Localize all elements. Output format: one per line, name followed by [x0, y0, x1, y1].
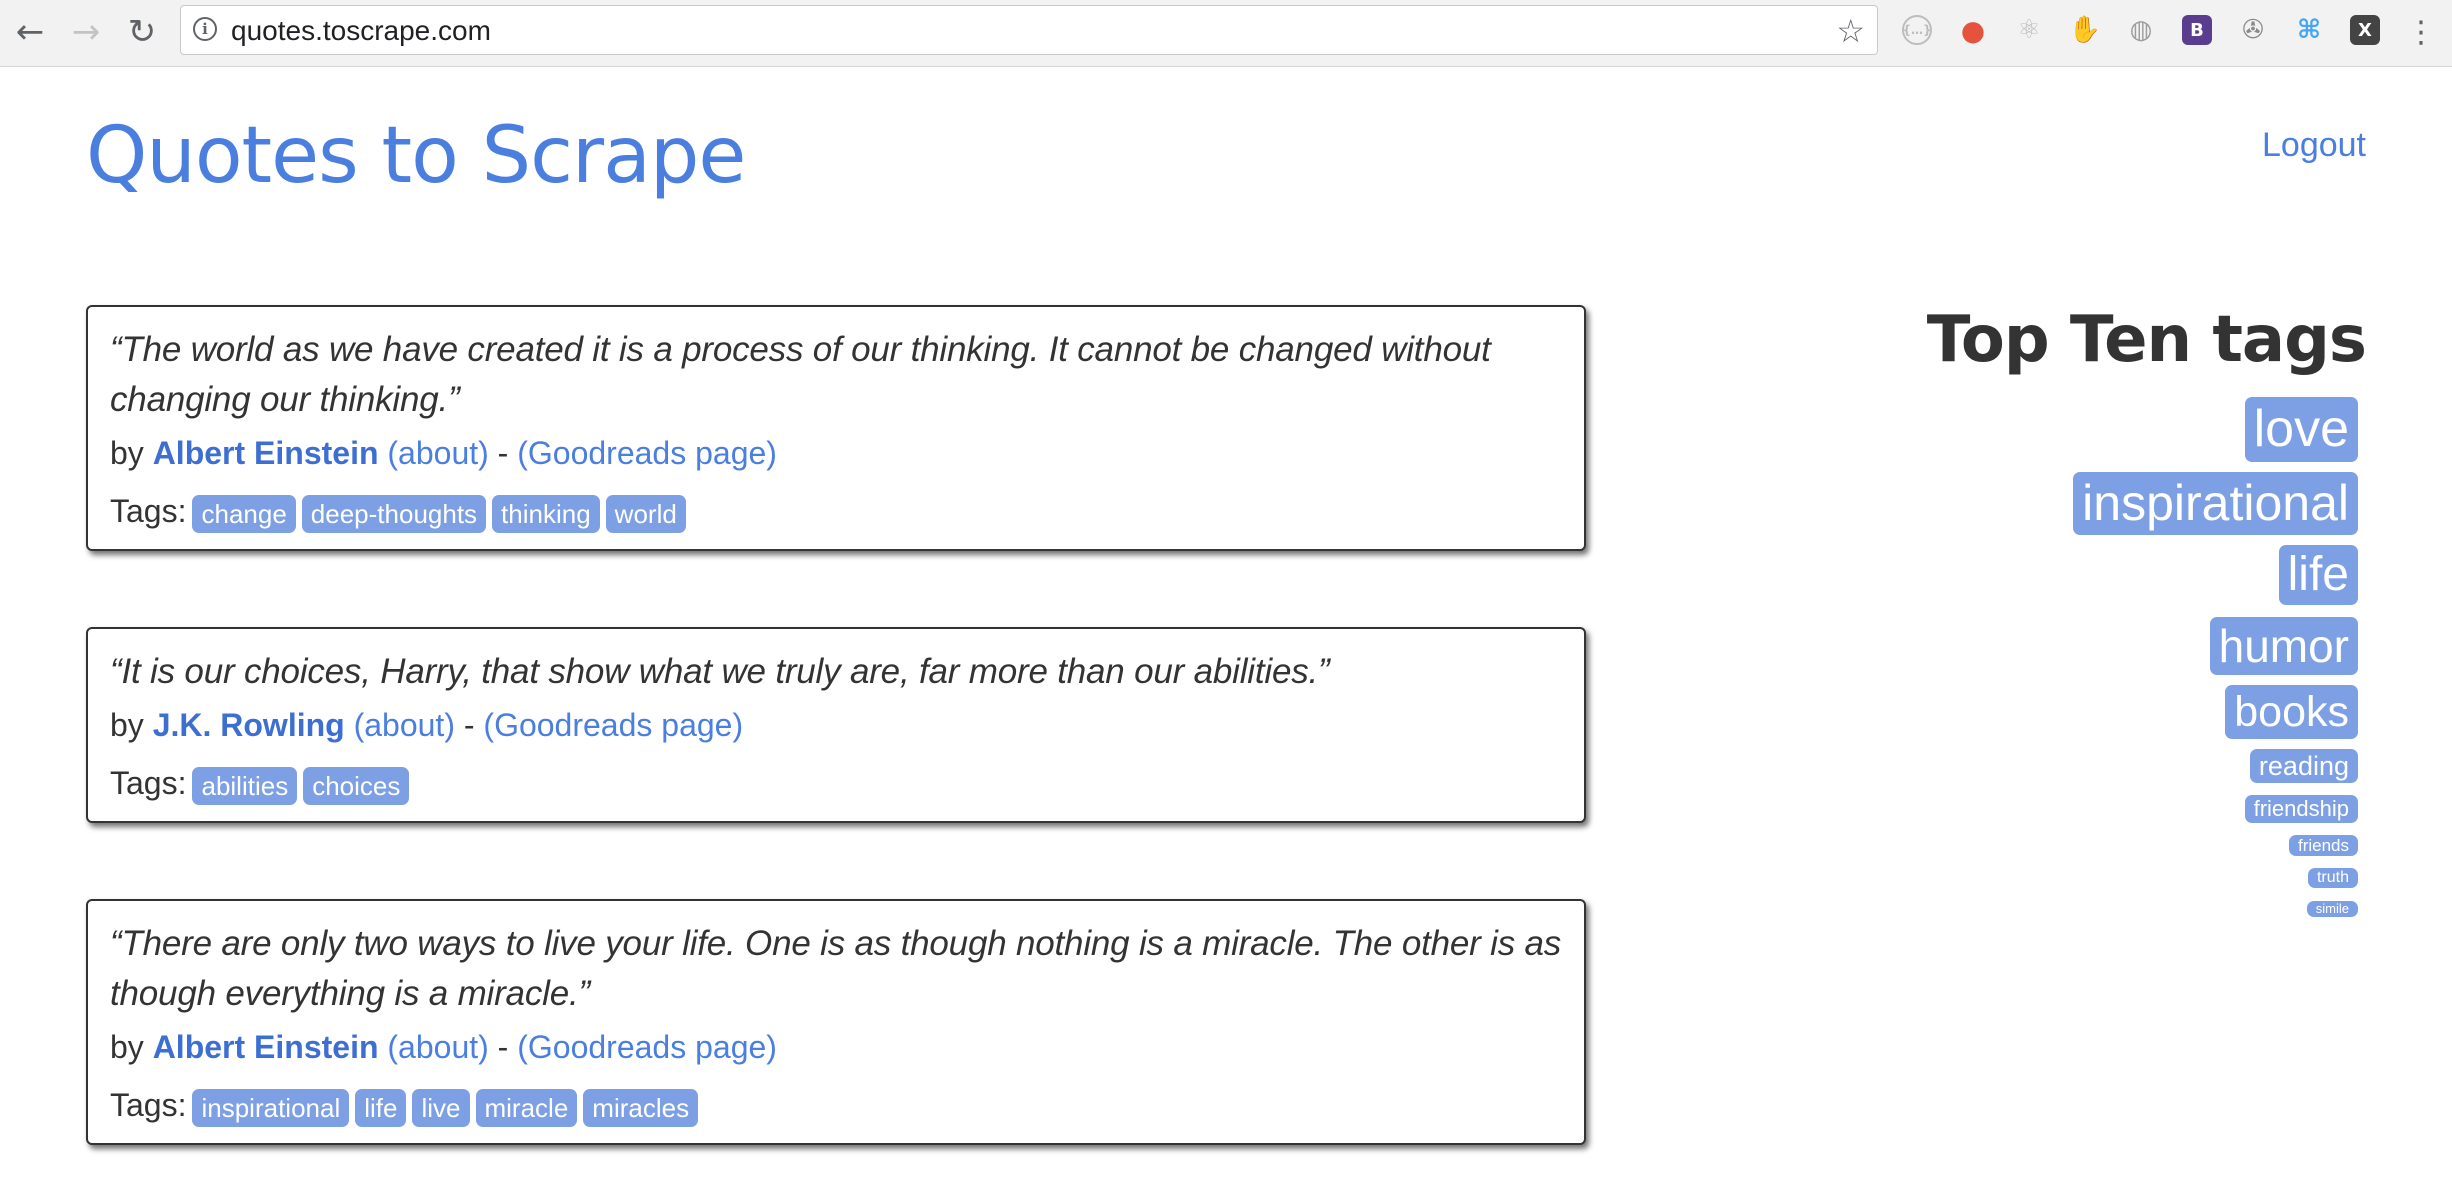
globe-icon[interactable]: ◍: [2126, 15, 2156, 45]
quote-tags: Tags: change deep-thoughts thinking world: [110, 491, 1564, 533]
author-name: Albert Einstein: [152, 1029, 379, 1065]
address-bar-url[interactable]: quotes.toscrape.com: [231, 6, 491, 56]
reload-icon: ↻: [127, 12, 157, 52]
top-tag-link[interactable]: humor: [2209, 617, 2358, 675]
author-about-link[interactable]: (about): [354, 707, 455, 743]
author-about-link[interactable]: (about): [387, 1029, 488, 1065]
forward-button[interactable]: →: [64, 10, 108, 54]
logout-link[interactable]: Logout: [2262, 126, 2366, 165]
top-tag-link[interactable]: simile: [2306, 901, 2358, 917]
adblock-icon[interactable]: ✋: [2069, 15, 2101, 45]
top-tag-row: truth: [1766, 868, 2366, 888]
quote-card: “It is our choices, Harry, that show wha…: [86, 627, 1586, 823]
by-label: by: [110, 1029, 144, 1065]
top-tag-link[interactable]: books: [2225, 685, 2358, 739]
quote-text: “The world as we have created it is a pr…: [110, 330, 1491, 419]
top-tag-link[interactable]: life: [2278, 545, 2358, 605]
top-tag-row: reading: [1766, 749, 2366, 783]
site-info-icon[interactable]: i: [193, 17, 217, 41]
tag-link[interactable]: inspirational: [192, 1088, 350, 1127]
bookmark-star-icon[interactable]: ☆: [1836, 6, 1865, 56]
top-tag-link[interactable]: love: [2244, 397, 2358, 462]
tag-link[interactable]: miracle: [475, 1088, 578, 1127]
quote-text: “It is our choices, Harry, that show wha…: [110, 652, 1330, 691]
film-reel-icon[interactable]: ✇: [2238, 15, 2268, 45]
goodreads-link[interactable]: (Goodreads page): [517, 435, 777, 471]
top-tag-link[interactable]: friendship: [2244, 795, 2358, 823]
quote-text: “There are only two ways to live your li…: [110, 924, 1562, 1013]
react-devtools-icon[interactable]: ⚛: [2014, 15, 2044, 45]
goodreads-link[interactable]: (Goodreads page): [517, 1029, 777, 1065]
tag-link[interactable]: thinking: [492, 494, 600, 533]
top-tag-link[interactable]: reading: [2249, 749, 2358, 783]
tag-link[interactable]: life: [355, 1088, 407, 1127]
tags-label: Tags:: [110, 1087, 187, 1123]
top-tag-row: friends: [1766, 835, 2366, 856]
tag-link[interactable]: abilities: [192, 766, 298, 805]
command-icon[interactable]: ⌘: [2294, 15, 2324, 45]
more-vert-icon: ⋮: [2406, 14, 2436, 50]
author-about-link[interactable]: (about): [387, 435, 488, 471]
byline-separator: -: [497, 1029, 509, 1065]
back-button[interactable]: ←: [8, 10, 52, 54]
top-tag-row: simile: [1766, 900, 2366, 918]
tag-link[interactable]: choices: [303, 766, 410, 805]
quote-tags: Tags: abilities choices: [110, 763, 1564, 805]
top-tag-row: love: [1766, 397, 2366, 462]
by-label: by: [110, 707, 144, 743]
back-arrow-icon: ←: [15, 12, 45, 52]
tags-label: Tags:: [110, 493, 187, 529]
by-label: by: [110, 435, 144, 471]
top-tag-row: humor: [1766, 617, 2366, 675]
byline-separator: -: [463, 707, 475, 743]
reload-button[interactable]: ↻: [120, 10, 164, 54]
top-tag-row: life: [1766, 545, 2366, 605]
tag-link[interactable]: deep-thoughts: [301, 494, 487, 533]
tag-link[interactable]: change: [192, 494, 296, 533]
top-tags-heading: Top Ten tags: [1926, 303, 2367, 377]
tags-label: Tags:: [110, 765, 187, 801]
top-tag-link[interactable]: inspirational: [2073, 472, 2358, 535]
quote-tags: Tags: inspirational life live miracle miracle…: [110, 1085, 1564, 1127]
author-name: Albert Einstein: [152, 435, 379, 471]
quote-byline: by Albert Einstein (about) - (Goodreads …: [110, 433, 1564, 473]
goodreads-link[interactable]: (Goodreads page): [483, 707, 743, 743]
browser-menu-button[interactable]: ⋮: [2406, 10, 2436, 54]
tag-link[interactable]: miracles: [583, 1088, 699, 1127]
x-extension-icon[interactable]: X: [2350, 15, 2380, 45]
top-tag-link[interactable]: friends: [2288, 835, 2358, 856]
postman-icon[interactable]: ●: [1958, 14, 1988, 47]
top-tag-link[interactable]: truth: [2307, 868, 2358, 888]
address-bar[interactable]: i quotes.toscrape.com ☆: [180, 5, 1878, 55]
site-title[interactable]: Quotes to Scrape: [86, 106, 746, 206]
top-tag-row: inspirational: [1766, 472, 2366, 535]
top-ten-tags: Top Ten tags love inspirational life humor b…: [1766, 295, 2367, 930]
byline-separator: -: [497, 435, 509, 471]
top-tags-list: love inspirational life humor books reading fr…: [1766, 397, 2366, 918]
json-viewer-icon[interactable]: {…}: [1902, 15, 1932, 45]
quote-byline: by Albert Einstein (about) - (Goodreads …: [110, 1027, 1564, 1067]
tag-link[interactable]: live: [412, 1088, 470, 1127]
author-name: J.K. Rowling: [152, 707, 345, 743]
quote-byline: by J.K. Rowling (about) - (Goodreads pag…: [110, 705, 1564, 745]
browser-toolbar: ← → ↻ i quotes.toscrape.com ☆ {…} ● ⚛ ✋ ◍ B ✇ ⌘…: [0, 0, 2452, 67]
forward-arrow-icon: →: [71, 12, 101, 52]
bootstrap-icon[interactable]: B: [2182, 15, 2212, 45]
top-tag-row: books: [1766, 685, 2366, 739]
quote-card: “The world as we have created it is a pr…: [86, 305, 1586, 551]
top-tag-row: friendship: [1766, 795, 2366, 823]
tag-link[interactable]: world: [605, 494, 686, 533]
quote-card: “There are only two ways to live your li…: [86, 899, 1586, 1145]
